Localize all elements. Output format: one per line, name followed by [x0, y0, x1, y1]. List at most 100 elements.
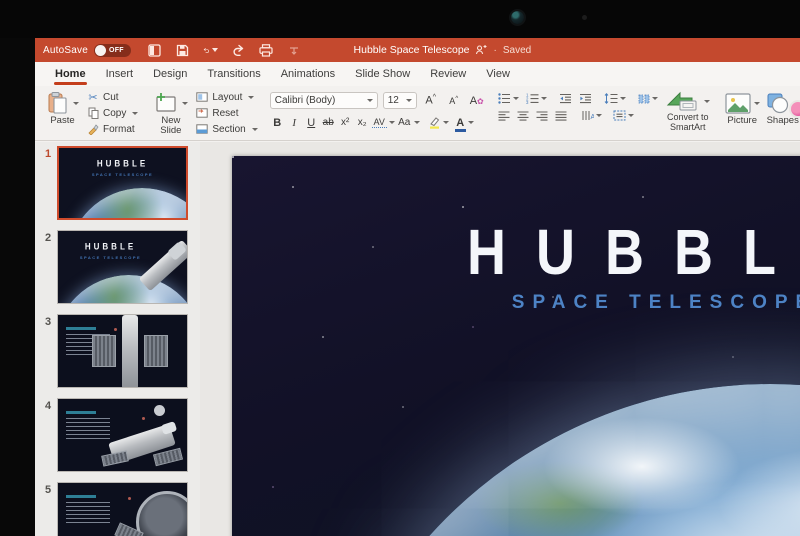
- bullets-button[interactable]: [498, 93, 519, 104]
- slide-thumbnail-panel[interactable]: 1 HUBBLE SPACE TELESCOPE 2 HUBBLE SPACE …: [35, 142, 200, 536]
- paste-dropdown-icon[interactable]: [73, 102, 79, 105]
- thumbnail-slide-4[interactable]: 4: [35, 398, 200, 476]
- slide-2-preview[interactable]: HUBBLE SPACE TELESCOPE: [57, 230, 188, 304]
- picture-dropdown-icon[interactable]: [754, 102, 760, 105]
- font-family-select[interactable]: Calibri (Body): [270, 92, 378, 109]
- mini-solar-panel-left: [92, 335, 116, 367]
- shrink-font-button[interactable]: A^: [445, 96, 463, 106]
- tab-view[interactable]: View: [476, 63, 520, 86]
- section-dropdown-icon[interactable]: [252, 128, 258, 131]
- justify-button[interactable]: [555, 111, 567, 121]
- font-family-value: Calibri (Body): [275, 95, 336, 106]
- more-icon[interactable]: [287, 43, 302, 58]
- tab-design[interactable]: Design: [143, 63, 197, 86]
- picture-button[interactable]: Picture: [722, 90, 763, 127]
- slide-subtitle-text[interactable]: SPACE TELESCOPE: [232, 292, 800, 314]
- thumbnail-slide-5[interactable]: 5: [35, 482, 200, 536]
- highlight-dropdown-icon: [443, 121, 449, 124]
- slide-4-preview[interactable]: [57, 398, 188, 472]
- align-right-button[interactable]: [536, 111, 548, 121]
- share-person-icon[interactable]: [476, 44, 488, 57]
- tab-animations[interactable]: Animations: [271, 63, 345, 86]
- underline-button[interactable]: U: [304, 117, 319, 129]
- thumbnail-slide-2[interactable]: 2 HUBBLE SPACE TELESCOPE: [35, 230, 200, 308]
- font-size-select[interactable]: 12: [383, 92, 417, 109]
- columns-button[interactable]: [638, 94, 658, 104]
- numbering-button[interactable]: 123: [526, 93, 547, 104]
- format-painter-button[interactable]: Format: [87, 122, 138, 136]
- font-family-dropdown-icon: [367, 99, 373, 102]
- font-color-button[interactable]: A: [455, 113, 474, 132]
- grow-font-button[interactable]: A^: [422, 94, 440, 107]
- mini-heading-bar: [66, 411, 96, 414]
- thumbnail-slide-3[interactable]: 3: [35, 314, 200, 392]
- format-painter-label: Format: [103, 124, 135, 135]
- superscript-button[interactable]: x²: [338, 117, 353, 128]
- font-size-dropdown-icon: [406, 99, 412, 102]
- align-left-button[interactable]: [498, 111, 510, 121]
- align-center-button[interactable]: [517, 111, 529, 121]
- document-title[interactable]: Hubble Space Telescope: [354, 44, 470, 56]
- italic-button[interactable]: I: [287, 117, 302, 129]
- autosave-toggle[interactable]: OFF: [94, 44, 131, 57]
- new-slide-icon: [153, 91, 188, 115]
- smartart-icon: [666, 91, 700, 112]
- ambient-sensor: [582, 15, 587, 20]
- undo-icon[interactable]: [203, 43, 218, 58]
- highlight-color-button[interactable]: [428, 116, 449, 129]
- mini-slide-title: HUBBLE: [59, 158, 186, 168]
- tab-insert[interactable]: Insert: [96, 63, 144, 86]
- slide-title-text[interactable]: HUBBLE: [232, 216, 800, 289]
- new-slide-button[interactable]: NewSlide: [150, 90, 191, 137]
- text-direction-button[interactable]: A: [581, 110, 602, 121]
- slide-5-preview[interactable]: [57, 482, 188, 536]
- mini-slide-title: HUBBLE: [57, 241, 175, 251]
- strikethrough-button[interactable]: ab: [321, 117, 336, 128]
- laptop-bezel-left: [0, 38, 35, 536]
- slide-4-number: 4: [45, 400, 51, 412]
- tab-slide-show[interactable]: Slide Show: [345, 63, 420, 86]
- reset-button[interactable]: Reset: [196, 106, 257, 120]
- bold-button[interactable]: B: [270, 117, 285, 129]
- increase-indent-button[interactable]: [579, 93, 592, 104]
- thumbnail-slide-1[interactable]: 1 HUBBLE SPACE TELESCOPE: [35, 146, 200, 224]
- layout-label: Layout: [212, 92, 242, 103]
- paste-button[interactable]: Paste: [43, 90, 82, 127]
- current-slide[interactable]: HUBBLE SPACE TELESCOPE: [232, 156, 800, 536]
- earth-graphic[interactable]: [312, 384, 800, 536]
- layout-button[interactable]: Layout: [196, 90, 257, 104]
- tab-home[interactable]: Home: [45, 63, 96, 86]
- title-separator: ·: [494, 45, 497, 56]
- decrease-indent-button[interactable]: [559, 93, 572, 104]
- align-text-dropdown-icon: [628, 114, 634, 117]
- layout-dropdown-icon[interactable]: [248, 96, 254, 99]
- panel-icon[interactable]: [147, 43, 162, 58]
- undo-dropdown-icon[interactable]: [212, 48, 218, 52]
- clear-formatting-button[interactable]: A✿: [468, 95, 486, 107]
- clipboard-group: Paste ✂ Cut Copy: [39, 89, 142, 136]
- new-slide-dropdown-icon[interactable]: [182, 102, 188, 105]
- copy-button[interactable]: Copy: [87, 106, 138, 120]
- change-case-button[interactable]: Aa: [397, 117, 420, 128]
- section-button[interactable]: Section: [196, 122, 257, 136]
- mini-heading-bar: [66, 495, 96, 498]
- paste-icon: [46, 91, 79, 115]
- convert-to-smartart-button[interactable]: Convert toSmartArt: [666, 90, 710, 132]
- redo-icon[interactable]: [231, 43, 246, 58]
- slide-3-preview[interactable]: [57, 314, 188, 388]
- format-painter-icon: [87, 123, 99, 135]
- align-text-button[interactable]: [613, 110, 634, 121]
- character-spacing-button[interactable]: AV: [372, 117, 395, 128]
- cut-button[interactable]: ✂ Cut: [87, 90, 138, 104]
- line-spacing-button[interactable]: [604, 93, 626, 104]
- tab-transitions[interactable]: Transitions: [197, 63, 270, 86]
- font-color-dropdown-icon: [468, 121, 474, 124]
- account-avatar[interactable]: [789, 100, 800, 118]
- slide-1-preview[interactable]: HUBBLE SPACE TELESCOPE: [57, 146, 188, 220]
- mini-slide-subtitle: SPACE TELESCOPE: [57, 255, 175, 260]
- subscript-button[interactable]: x₂: [355, 117, 370, 128]
- save-icon[interactable]: [175, 43, 190, 58]
- print-icon[interactable]: [259, 43, 274, 58]
- copy-dropdown-icon[interactable]: [132, 112, 138, 115]
- tab-review[interactable]: Review: [420, 63, 476, 86]
